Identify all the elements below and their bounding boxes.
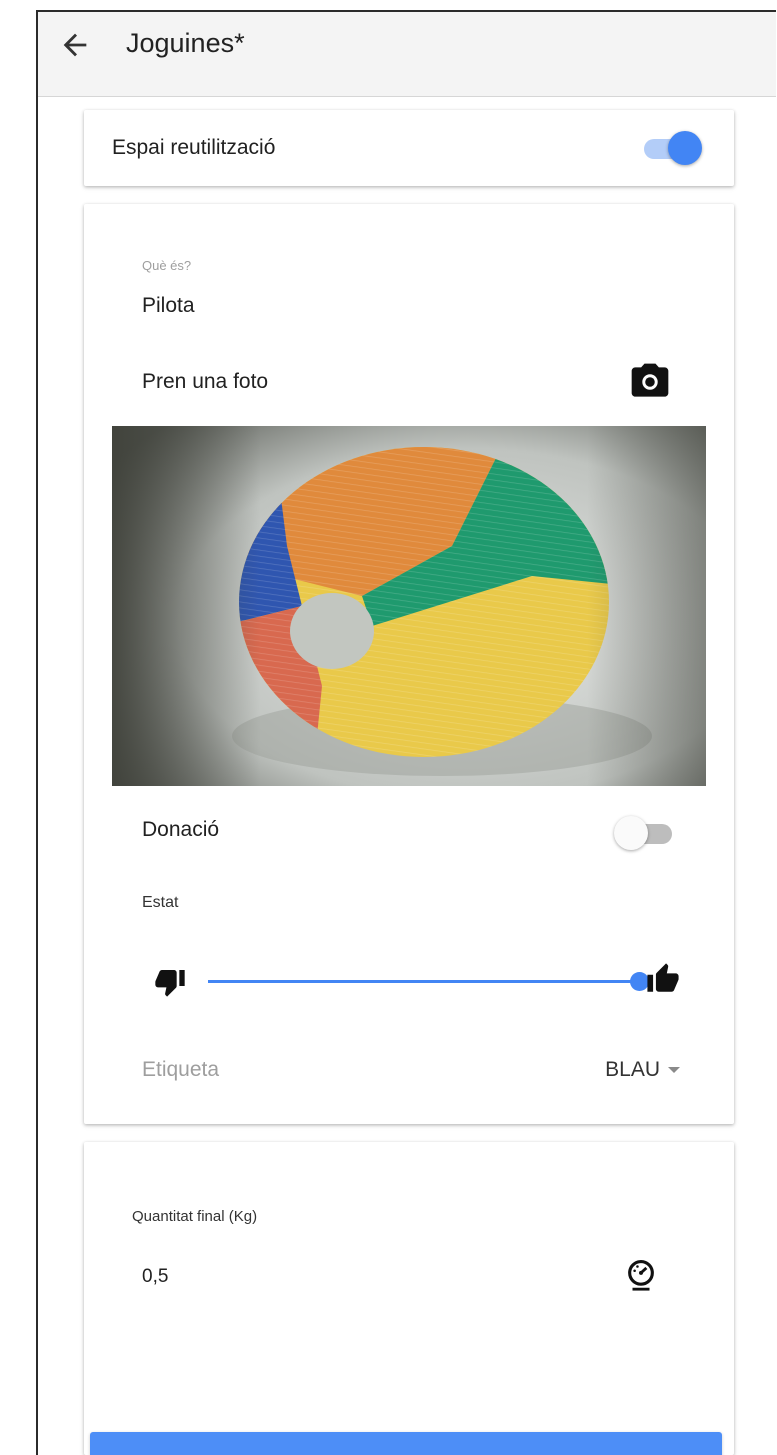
thumbs-up-icon [647,963,679,992]
toggle-thumb [668,131,702,165]
add-button[interactable]: AFEGIR [90,1432,722,1455]
reuse-card: Espai reutilització [84,110,734,186]
quantity-card: Quantitat final (Kg) 0,5 [84,1142,734,1455]
arrow-left-icon[interactable] [58,28,92,62]
item-card: Què és? Pilota Pren una foto Donació Est… [84,204,734,1124]
camera-icon[interactable] [628,360,672,404]
reuse-toggle[interactable] [640,129,702,169]
thumbs-down-icon [155,970,185,997]
photo-label: Pren una foto [142,370,269,393]
what-field[interactable]: Pilota [142,294,195,318]
toggle-thumb [614,816,648,850]
beach-ball-photo [112,426,706,786]
chevron-down-icon [668,1067,680,1074]
photo-preview [112,426,706,786]
state-label: Estat [142,894,179,911]
tag-value: BLAU [605,1058,660,1081]
state-slider[interactable] [208,967,649,997]
quantity-field[interactable]: 0,5 [142,1266,168,1288]
donation-toggle[interactable] [614,814,676,854]
quantity-label: Quantitat final (Kg) [132,1208,258,1225]
page-title: Joguines* [126,28,245,58]
app-bar: Joguines* [38,12,776,97]
scale-icon[interactable] [624,1258,658,1292]
tag-dropdown[interactable]: BLAU [605,1058,680,1082]
reuse-label: Espai reutilització [112,136,276,159]
tag-label: Etiqueta [142,1058,220,1081]
donation-label: Donació [142,818,220,841]
app-frame: Joguines* Espai reutilització Què és? Pi… [36,10,776,1455]
slider-fill [208,980,640,983]
what-field-label: Què és? [142,258,192,273]
